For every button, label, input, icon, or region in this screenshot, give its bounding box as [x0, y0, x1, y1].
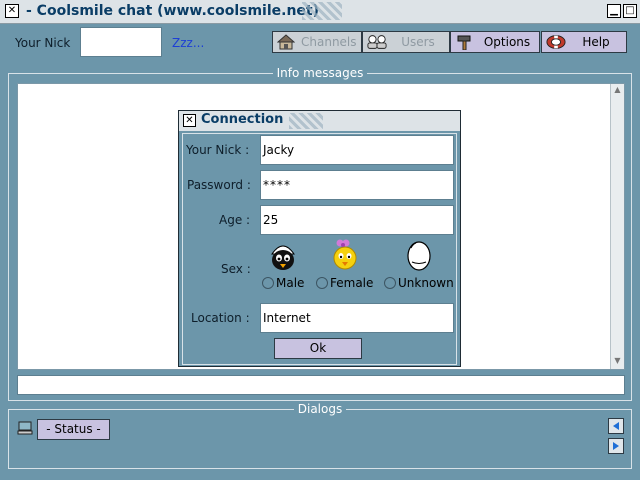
scroll-down-icon[interactable]: ▼: [612, 356, 623, 368]
close-window-button[interactable]: ✕: [5, 4, 19, 18]
age-field-label: Age :: [219, 213, 251, 227]
users-icon: [367, 34, 387, 50]
male-label: Male: [276, 276, 305, 290]
password-input[interactable]: ****: [260, 170, 454, 200]
lifebuoy-icon: [546, 34, 566, 50]
nick-field-label: Your Nick :: [186, 143, 250, 157]
house-icon: [277, 34, 295, 50]
password-field-label: Password :: [187, 178, 251, 192]
info-scrollbar[interactable]: ▲ ▼: [610, 84, 624, 369]
connection-dialog-title: Connection: [201, 112, 284, 127]
egg-icon: [407, 241, 431, 271]
title-decoration: [289, 113, 323, 129]
sex-field-label: Sex :: [221, 262, 251, 276]
status-tab-button[interactable]: - Status -: [37, 419, 110, 440]
channels-button-label: Channels: [301, 35, 357, 49]
next-dialog-button[interactable]: [608, 438, 624, 454]
close-dialog-button[interactable]: ✕: [183, 114, 196, 127]
nick-input[interactable]: [80, 27, 162, 57]
maximize-button[interactable]: □: [623, 4, 637, 18]
hammer-icon: [455, 34, 475, 50]
previous-dialog-button[interactable]: [608, 418, 624, 434]
location-input[interactable]: Internet: [260, 303, 454, 333]
female-radio[interactable]: [316, 277, 328, 289]
help-button[interactable]: Help: [541, 31, 627, 53]
title-bar: ✕ - Coolsmile chat (www.coolsmile.net) ▁…: [0, 0, 640, 24]
computer-icon: [17, 421, 33, 435]
minimize-button[interactable]: ▁: [607, 4, 621, 18]
age-input[interactable]: 25: [260, 205, 454, 235]
title-decoration: [302, 2, 342, 20]
unknown-radio[interactable]: [384, 277, 396, 289]
away-status-text[interactable]: Zzz...: [172, 36, 204, 50]
nick-label: Your Nick: [15, 36, 71, 50]
sex-option-unknown[interactable]: Unknown: [384, 238, 454, 290]
users-button[interactable]: Users: [362, 31, 450, 53]
arrow-right-icon: [613, 442, 619, 450]
options-button-label: Options: [483, 35, 531, 49]
location-field-label: Location :: [191, 311, 250, 325]
users-button-label: Users: [401, 35, 435, 49]
close-icon: ✕: [185, 115, 194, 126]
info-messages-title: Info messages: [9, 66, 631, 80]
message-input[interactable]: [17, 375, 625, 395]
connection-dialog-titlebar: ✕ Connection: [179, 111, 460, 131]
dialogs-title: Dialogs: [9, 402, 631, 416]
male-radio[interactable]: [262, 277, 274, 289]
options-button[interactable]: Options: [450, 31, 540, 53]
channels-button[interactable]: Channels: [272, 31, 362, 53]
male-chick-icon: [271, 245, 296, 270]
ok-button[interactable]: Ok: [274, 338, 362, 359]
minimize-icon: ▁: [610, 5, 618, 16]
sex-option-male[interactable]: Male: [262, 238, 304, 290]
scroll-up-icon[interactable]: ▲: [612, 85, 623, 97]
close-icon: ✕: [7, 5, 17, 16]
window-title: - Coolsmile chat (www.coolsmile.net): [26, 3, 320, 19]
unknown-label: Unknown: [398, 276, 454, 290]
female-chick-icon: [333, 239, 357, 270]
sex-option-female[interactable]: Female: [316, 238, 373, 290]
maximize-icon: □: [625, 5, 635, 16]
dialog-nick-input[interactable]: Jacky: [260, 135, 454, 165]
arrow-left-icon: [613, 422, 619, 430]
help-button-label: Help: [582, 35, 610, 49]
female-label: Female: [330, 276, 374, 290]
